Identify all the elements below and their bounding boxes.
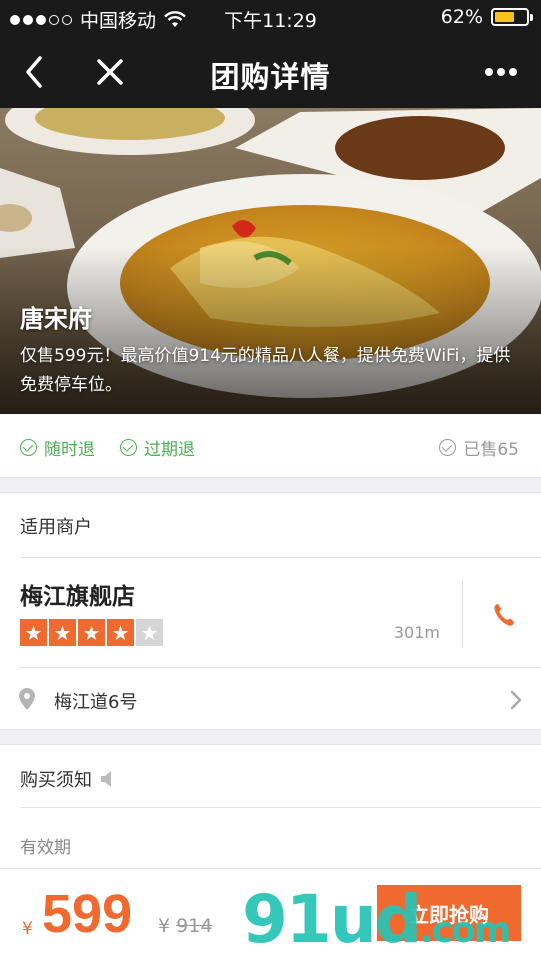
more-dots-icon [485, 68, 493, 76]
purchase-notice-section: 购买须知 有效期 [0, 744, 541, 870]
refund-anytime-label: 随时退 [44, 440, 95, 460]
check-circle-icon [20, 439, 37, 456]
battery-fill [495, 12, 514, 22]
status-bar: 中国移动 下午11:29 62% [0, 0, 541, 36]
shop-distance: 301m [393, 623, 440, 642]
purchase-notice-header: 购买须知 [20, 766, 116, 792]
sold-label: 已售65 [463, 440, 519, 460]
sold-count: 已售65 [439, 435, 519, 460]
original-price-value: 914 [176, 915, 213, 937]
buy-now-button[interactable]: 立即抢购 [377, 885, 521, 941]
divider [20, 667, 541, 668]
divider [20, 807, 541, 808]
refund-anytime-tag: 随时退 [20, 435, 95, 460]
battery-icon [491, 8, 533, 26]
price-currency: ¥ [22, 919, 33, 939]
original-price-currency: ¥ [158, 915, 171, 937]
battery-percent: 62% [440, 6, 483, 28]
phone-icon [494, 604, 514, 626]
validity-label: 有效期 [20, 838, 71, 858]
refund-expired-label: 过期退 [144, 440, 195, 460]
check-circle-icon [439, 439, 457, 456]
refund-bar: 随时退 过期退 已售65 [0, 414, 541, 478]
divider [462, 579, 463, 647]
chevron-right-icon [510, 690, 522, 710]
hero-text: 唐宋府 仅售599元！最高价值914元的精品八人餐，提供免费WiFi，提供免费停… [20, 299, 521, 400]
star-filled-icon: ★ [107, 619, 134, 646]
more-button[interactable] [479, 58, 523, 86]
star-empty-icon: ★ [136, 619, 163, 646]
check-circle-icon [120, 439, 137, 456]
bottom-purchase-bar: ¥ 599 ¥ 914 立即抢购 [0, 868, 541, 960]
refund-expired-tag: 过期退 [120, 435, 195, 460]
location-pin-icon [19, 688, 35, 710]
call-button[interactable] [478, 593, 530, 637]
nav-bar: 团购详情 [0, 36, 541, 108]
deal-description: 仅售599元！最高价值914元的精品八人餐，提供免费WiFi，提供免费停车位。 [20, 346, 511, 395]
page-title: 团购详情 [210, 60, 331, 94]
merchant-section: 适用商户 梅江旗舰店 ★ ★ ★ ★ ★ 301m 梅江道6号 [0, 492, 541, 730]
star-filled-icon: ★ [20, 619, 47, 646]
shop-address: 梅江道6号 [54, 692, 138, 713]
shop-name[interactable]: 梅江旗舰店 [20, 577, 135, 611]
deal-title: 唐宋府 [20, 305, 92, 333]
star-filled-icon: ★ [49, 619, 76, 646]
star-filled-icon: ★ [78, 619, 105, 646]
speaker-icon [101, 771, 111, 787]
deal-hero[interactable]: 唐宋府 仅售599元！最高价值914元的精品八人餐，提供免费WiFi，提供免费停… [0, 108, 541, 414]
divider [20, 557, 541, 558]
deal-price: 599 [42, 884, 133, 944]
rating-stars: ★ ★ ★ ★ ★ [20, 619, 163, 646]
address-row[interactable]: 梅江道6号 [0, 669, 541, 731]
status-right: 62% [440, 6, 533, 28]
original-price: ¥ 914 [158, 915, 212, 937]
merchant-section-title: 适用商户 [20, 517, 92, 538]
purchase-notice-title: 购买须知 [20, 770, 92, 791]
